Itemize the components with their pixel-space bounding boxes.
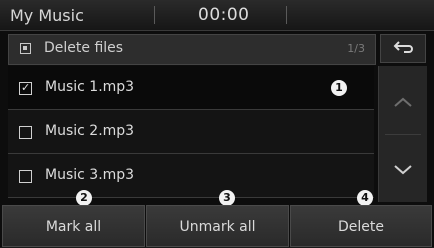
- list-item[interactable]: Music 2.mp3: [8, 110, 374, 154]
- unmark-all-button[interactable]: Unmark all: [146, 205, 289, 247]
- clock: 00:00: [198, 5, 250, 25]
- chevron-up-icon: [394, 97, 412, 107]
- mark-all-button[interactable]: Mark all: [2, 205, 145, 247]
- file-name: Music 2.mp3: [45, 123, 135, 139]
- back-button[interactable]: [380, 34, 426, 63]
- delete-header: Delete files 1/3: [8, 34, 376, 65]
- checkbox-checked[interactable]: ✓: [19, 82, 32, 95]
- list-item[interactable]: Music 3.mp3: [8, 154, 374, 198]
- status-divider: [154, 6, 155, 24]
- header-title: Delete files: [44, 40, 124, 56]
- status-bar: My Music 00:00: [0, 0, 434, 31]
- app-title: My Music: [10, 6, 84, 25]
- select-mode-icon: [20, 43, 31, 54]
- back-arrow-icon: [393, 40, 413, 53]
- check-icon: ✓: [21, 81, 31, 94]
- scroll-panel: [378, 66, 427, 202]
- chevron-down-icon: [394, 165, 412, 175]
- callout-badge-2: 2: [76, 190, 92, 206]
- scroll-down-button[interactable]: [379, 148, 427, 192]
- file-name: Music 3.mp3: [45, 167, 135, 183]
- scroll-divider: [385, 134, 421, 135]
- status-divider: [286, 6, 287, 24]
- item-count: 1/3: [347, 42, 365, 55]
- music-delete-screen: My Music 00:00 Delete files 1/3 ✓ Music …: [0, 0, 434, 247]
- file-list: ✓ Music 1.mp3 1 Music 2.mp3 Music 3.mp3: [8, 66, 374, 202]
- callout-badge-1: 1: [331, 80, 347, 96]
- scroll-up-button[interactable]: [379, 80, 427, 124]
- checkbox-unchecked[interactable]: [19, 126, 32, 139]
- callout-badge-4: 4: [357, 190, 373, 206]
- action-bar: Mark all Unmark all Delete: [0, 205, 434, 247]
- list-item[interactable]: ✓ Music 1.mp3 1: [8, 66, 374, 110]
- checkbox-unchecked[interactable]: [19, 170, 32, 183]
- file-name: Music 1.mp3: [45, 79, 135, 95]
- callout-badge-3: 3: [219, 190, 235, 206]
- delete-button[interactable]: Delete: [290, 205, 432, 247]
